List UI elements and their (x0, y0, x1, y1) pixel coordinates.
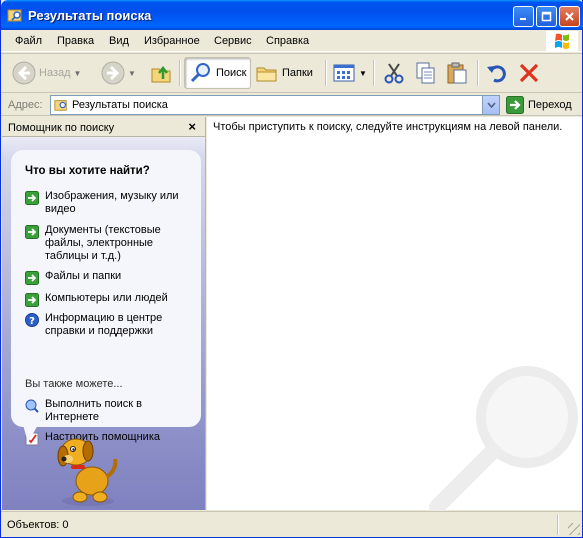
search-results-folder-icon (54, 98, 68, 112)
go-label: Переход (528, 99, 572, 111)
option-help-support[interactable]: ? Информацию в центре справки и поддержк… (25, 312, 190, 338)
forward-dropdown-icon[interactable]: ▼ (128, 69, 136, 78)
magnifier-watermark-icon (427, 357, 583, 517)
menu-help[interactable]: Справка (266, 35, 309, 47)
status-separator (557, 515, 558, 535)
search-results-window: Результаты поиска Файл Правка Вид Избран… (0, 0, 583, 538)
resize-grip-icon[interactable] (568, 523, 580, 535)
internet-search-icon (25, 399, 39, 413)
option-pictures-music-video[interactable]: Изображения, музыку или видео (25, 190, 190, 216)
menu-bar: Файл Правка Вид Избранное Сервис Справка (1, 30, 582, 52)
option-label: Информацию в центре справки и поддержки (45, 312, 163, 337)
windows-logo-icon (546, 31, 578, 51)
toolbar: Назад ▼ ▼ Поиск Папки ▼ (1, 53, 582, 93)
option-label: Файлы и папки (45, 270, 122, 282)
magnifier-icon (190, 63, 210, 83)
search-dog-character[interactable] (54, 429, 122, 507)
toolbar-separator (373, 60, 374, 86)
address-bar: Адрес: Результаты поиска Переход (1, 94, 582, 116)
back-dropdown-icon[interactable]: ▼ (74, 69, 82, 78)
search-results-folder-icon (7, 7, 23, 23)
address-label: Адрес: (8, 99, 43, 111)
toolbar-separator (325, 60, 326, 86)
search-companion-pane: Помощник по поиску × Что вы хотите найти… (2, 117, 206, 510)
views-dropdown-icon[interactable]: ▼ (359, 69, 367, 78)
object-count: Объектов: 0 (7, 519, 69, 531)
option-label: Компьютеры или людей (45, 292, 168, 304)
folders-button[interactable]: Папки (255, 57, 313, 89)
search-label: Поиск (216, 67, 247, 79)
address-value: Результаты поиска (72, 99, 168, 111)
menu-edit[interactable]: Правка (57, 35, 94, 47)
back-label: Назад (39, 67, 71, 79)
menu-favorites[interactable]: Избранное (144, 35, 200, 47)
copy-button[interactable] (414, 57, 438, 89)
speech-bubble: Что вы хотите найти? Изображения, музыку… (11, 150, 201, 446)
forward-arrow-icon (101, 61, 125, 85)
up-folder-icon (151, 65, 171, 83)
undo-icon (487, 65, 506, 83)
menu-tools[interactable]: Сервис (214, 35, 252, 47)
window-title: Результаты поиска (28, 8, 152, 23)
close-button[interactable] (559, 6, 580, 27)
chevron-down-icon (486, 102, 496, 108)
menu-file[interactable]: Файл (15, 35, 42, 47)
address-dropdown-button[interactable] (482, 96, 499, 114)
also-label: Вы также можете... (25, 378, 123, 390)
toolbar-separator (477, 60, 478, 86)
forward-button[interactable]: ▼ (101, 57, 136, 89)
svg-text:?: ? (29, 316, 35, 327)
toolbar-separator (179, 60, 180, 86)
search-question: Что вы хотите найти? (25, 165, 150, 177)
option-files-folders[interactable]: Файлы и папки (25, 270, 190, 285)
cut-button[interactable] (382, 57, 406, 89)
back-arrow-icon (12, 61, 36, 85)
option-label: Изображения, музыку или видео (45, 190, 179, 215)
scissors-icon (384, 63, 404, 84)
go-button[interactable]: Переход (506, 96, 572, 114)
instruction-text: Чтобы приступить к поиску, следуйте инст… (213, 121, 563, 133)
option-label: Выполнить поиск в Интернете (45, 398, 142, 423)
views-grid-icon (333, 64, 355, 82)
views-button[interactable]: ▼ (332, 57, 367, 89)
help-icon: ? (25, 313, 39, 327)
copy-icon (416, 62, 435, 84)
results-area[interactable]: Чтобы приступить к поиску, следуйте инст… (207, 117, 582, 515)
undo-button[interactable] (485, 57, 509, 89)
pane-close-icon[interactable]: × (188, 119, 196, 134)
option-computers-people[interactable]: Компьютеры или людей (25, 292, 190, 307)
minimize-button[interactable] (513, 6, 534, 27)
pane-title: Помощник по поиску (8, 122, 115, 134)
folders-label: Папки (282, 67, 313, 79)
green-arrow-icon (25, 225, 39, 239)
green-arrow-icon (25, 271, 39, 285)
search-button[interactable]: Поиск (184, 57, 252, 89)
maximize-icon (541, 11, 552, 22)
maximize-button[interactable] (536, 6, 557, 27)
option-documents[interactable]: Документы (текстовые файлы, электронные … (25, 224, 190, 263)
minimize-icon (520, 18, 526, 20)
close-icon (565, 12, 574, 21)
pane-header: Помощник по поиску × (2, 117, 205, 137)
address-input[interactable]: Результаты поиска (50, 95, 500, 115)
paste-button[interactable] (445, 57, 469, 89)
menu-view[interactable]: Вид (109, 35, 129, 47)
status-bar: Объектов: 0 (1, 511, 582, 537)
delete-button[interactable] (517, 57, 541, 89)
paste-clipboard-icon (447, 62, 467, 84)
option-internet-search[interactable]: Выполнить поиск в Интернете (25, 398, 190, 424)
title-bar[interactable]: Результаты поиска (1, 0, 583, 30)
folders-icon (256, 67, 277, 82)
green-arrow-icon (25, 293, 39, 307)
bubble-tail (22, 421, 40, 443)
delete-x-icon (519, 63, 539, 83)
up-folder-button[interactable] (149, 57, 173, 89)
option-label: Документы (текстовые файлы, электронные … (45, 224, 161, 262)
go-arrow-icon (506, 96, 524, 114)
green-arrow-icon (25, 191, 39, 205)
back-button[interactable]: Назад ▼ (12, 57, 81, 89)
